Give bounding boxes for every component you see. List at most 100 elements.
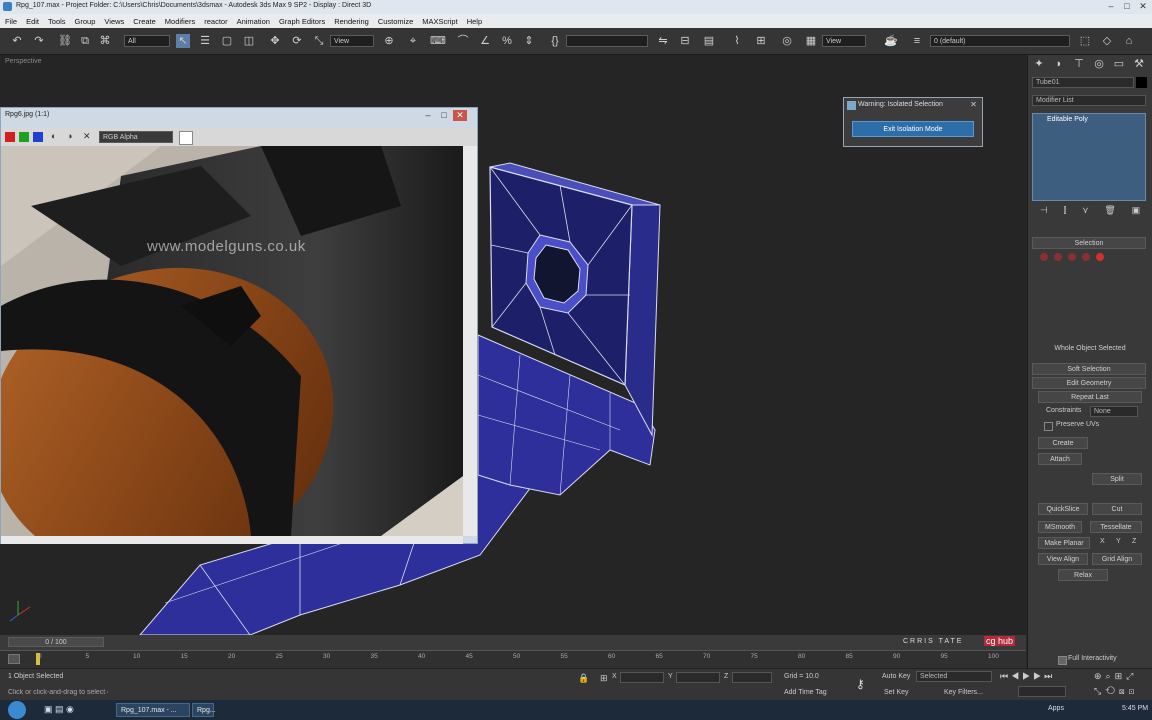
selection-filter-dropdown[interactable]: All <box>124 35 170 47</box>
menu-create[interactable]: Create <box>128 14 160 28</box>
edge-icon[interactable] <box>1054 253 1062 261</box>
add-time-tag[interactable]: Add Time Tag <box>784 689 827 696</box>
layer-toolbar-icon[interactable]: ≡ <box>910 34 924 48</box>
y-coordinate-field[interactable] <box>676 672 720 683</box>
preserve-uvs-checkbox[interactable] <box>1044 422 1053 431</box>
element-icon[interactable] <box>1096 253 1104 261</box>
msmooth-button[interactable]: MSmooth <box>1038 521 1082 533</box>
blue-channel-icon[interactable] <box>33 132 43 142</box>
select-object-icon[interactable]: ↖ <box>176 34 190 48</box>
menu-animation[interactable]: Animation <box>232 14 274 28</box>
task-3dsmax[interactable]: Rpg_107.max - ... <box>116 703 190 717</box>
hierarchy-tab-icon[interactable]: ⊤ <box>1072 57 1086 71</box>
viewer-close-icon[interactable]: ✕ <box>453 110 467 121</box>
x-coordinate-field[interactable] <box>620 672 664 683</box>
object-name-field[interactable]: Tube01 <box>1032 77 1134 88</box>
planar-x-button[interactable]: X <box>1100 538 1105 545</box>
remove-modifier-icon[interactable]: 🗑 <box>1104 205 1115 221</box>
modifier-list-dropdown[interactable]: Modifier List <box>1032 95 1146 106</box>
curve-editor-icon[interactable]: ⌇ <box>730 34 744 48</box>
border-icon[interactable] <box>1068 253 1076 261</box>
motion-tab-icon[interactable]: ◎ <box>1092 57 1106 71</box>
menu-reactor[interactable]: reactor <box>199 14 231 28</box>
dialog-close-icon[interactable]: ✕ <box>968 100 979 110</box>
quickslice-button[interactable]: QuickSlice <box>1038 503 1088 515</box>
exit-isolation-button[interactable]: Exit Isolation Mode <box>852 121 974 137</box>
lock-selection-icon[interactable]: 🔒 <box>578 673 589 684</box>
align-icon[interactable]: ⊟ <box>678 34 692 48</box>
menu-modifiers[interactable]: Modifiers <box>160 14 199 28</box>
trackbar[interactable]: 0 5 10 15 20 25 30 35 40 45 50 55 60 65 70 75 80 85 90 95 10… <box>0 650 1026 669</box>
image-viewer-window[interactable]: Rpg6.jpg (1:1) – □ ✕ ◐ ◑ ✕ RGB Alpha www… <box>0 107 478 544</box>
redo-icon[interactable]: ↷ <box>32 34 46 48</box>
absolute-mode-icon[interactable]: ⊞ <box>600 673 608 684</box>
current-frame-field[interactable] <box>1018 686 1066 697</box>
viewport-nav-controls[interactable]: ⊕⌕⊞⤢ <box>1094 671 1137 682</box>
schematic-view-icon[interactable]: ⊞ <box>754 34 768 48</box>
mono-icon[interactable]: ◑ <box>67 131 77 141</box>
named-selection-icon[interactable]: {} <box>548 34 562 48</box>
cut-button[interactable]: Cut <box>1092 503 1142 515</box>
red-channel-icon[interactable] <box>5 132 15 142</box>
full-interactivity-checkbox[interactable] <box>1058 656 1067 665</box>
z-coordinate-field[interactable] <box>732 672 772 683</box>
set-key-button[interactable]: Set Key <box>884 689 909 696</box>
show-end-result-icon[interactable]: ⫿ <box>1063 205 1066 221</box>
spinner-snap-icon[interactable]: ⇕ <box>522 34 536 48</box>
view-align-button[interactable]: View Align <box>1038 553 1088 565</box>
channel-dropdown[interactable]: RGB Alpha <box>99 131 173 143</box>
viewer-horizontal-scrollbar[interactable] <box>1 536 463 544</box>
move-icon[interactable]: ✥ <box>268 34 282 48</box>
window-crossing-icon[interactable]: ◫ <box>242 34 256 48</box>
mirror-icon[interactable]: ⇋ <box>656 34 670 48</box>
material-editor-icon[interactable]: ◎ <box>780 34 794 48</box>
constraints-dropdown[interactable]: None <box>1090 406 1138 417</box>
layer-manager-icon[interactable]: ▤ <box>702 34 716 48</box>
attach-button[interactable]: Attach <box>1038 453 1082 465</box>
create-tab-icon[interactable]: ✦ <box>1032 57 1046 71</box>
menu-help[interactable]: Help <box>462 14 486 28</box>
key-filters-button[interactable]: Key Filters... <box>944 689 983 696</box>
auto-key-button[interactable]: Auto Key <box>882 673 910 680</box>
make-planar-button[interactable]: Make Planar <box>1038 537 1090 549</box>
menu-edit[interactable]: Edit <box>21 14 43 28</box>
pivot-center-icon[interactable]: ⊕ <box>382 34 396 48</box>
close-icon[interactable]: ✕ <box>1136 1 1150 12</box>
vertex-icon[interactable] <box>1040 253 1048 261</box>
quick-render-icon[interactable]: ☕ <box>884 34 898 48</box>
layer-select-icon[interactable]: ⌂ <box>1122 34 1136 48</box>
task-image-viewer[interactable]: Rpg... <box>192 703 216 717</box>
relax-button[interactable]: Relax <box>1058 569 1108 581</box>
viewer-minimize-icon[interactable]: – <box>421 110 435 121</box>
utilities-tab-icon[interactable]: ⚒ <box>1132 57 1146 71</box>
soft-selection-rollout[interactable]: Soft Selection <box>1032 363 1146 375</box>
stack-item-editable-poly[interactable]: Editable Poly <box>1047 116 1088 123</box>
viewer-maximize-icon[interactable]: □ <box>437 110 451 121</box>
menu-views[interactable]: Views <box>99 14 128 28</box>
layer-dropdown[interactable]: 0 (default) <box>930 35 1070 47</box>
scale-icon[interactable]: ⤡ <box>312 34 326 48</box>
modify-tab-icon[interactable]: ◗ <box>1052 57 1066 71</box>
snap-toggle-icon[interactable]: ⌒ <box>456 34 470 48</box>
menu-customize[interactable]: Customize <box>373 14 417 28</box>
create-layer-icon[interactable]: ⬚ <box>1078 34 1092 48</box>
mini-curve-editor-icon[interactable] <box>8 654 20 664</box>
select-by-name-icon[interactable]: ☰ <box>198 34 212 48</box>
set-key-icon[interactable]: ⚷ <box>856 677 865 691</box>
rotate-icon[interactable]: ⟳ <box>290 34 304 48</box>
minimize-icon[interactable]: – <box>1104 1 1118 12</box>
rect-selection-icon[interactable]: ▢ <box>220 34 234 48</box>
keyboard-shortcut-icon[interactable]: ⌨ <box>430 34 446 48</box>
undo-icon[interactable]: ↶ <box>10 34 24 48</box>
menu-graph-editors[interactable]: Graph Editors <box>274 14 329 28</box>
menu-rendering[interactable]: Rendering <box>329 14 373 28</box>
repeat-last-button[interactable]: Repeat Last <box>1038 391 1142 403</box>
time-slider[interactable]: 0 / 100 CRRIS TATE cg hub <box>0 635 1026 650</box>
render-type-dropdown[interactable]: View <box>822 35 866 47</box>
angle-snap-icon[interactable]: ∠ <box>478 34 492 48</box>
add-to-layer-icon[interactable]: ◇ <box>1100 34 1114 48</box>
named-selection-sets-dropdown[interactable] <box>566 35 648 47</box>
green-channel-icon[interactable] <box>19 132 29 142</box>
display-tab-icon[interactable]: ▭ <box>1112 57 1126 71</box>
key-mode-dropdown[interactable]: Selected <box>916 671 992 682</box>
